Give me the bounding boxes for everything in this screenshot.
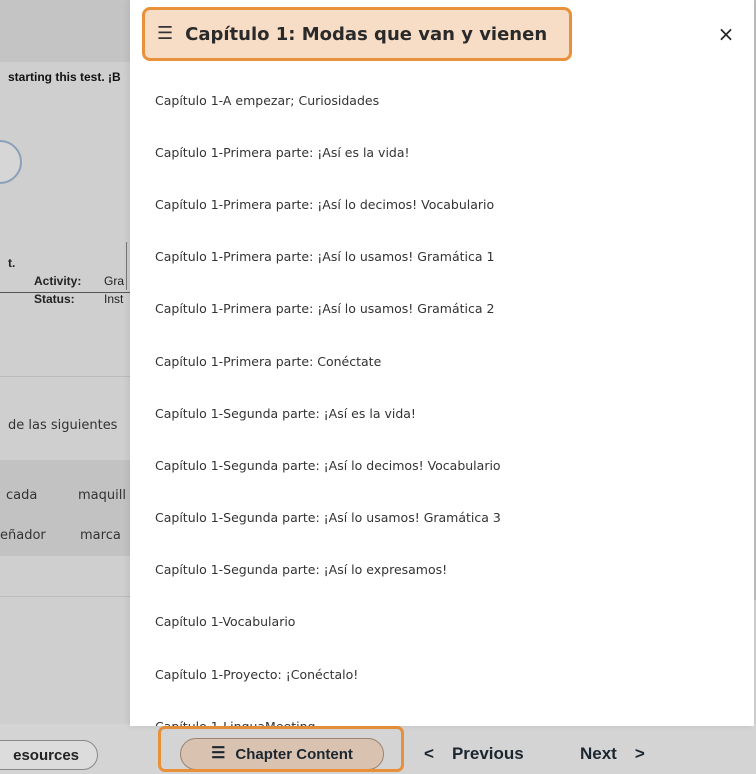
info-title: t. — [8, 256, 16, 270]
close-button[interactable]: × — [712, 20, 740, 48]
list-menu-icon: ☰ — [157, 23, 174, 44]
word-bank-item: maquill — [78, 488, 126, 503]
divider — [0, 596, 140, 597]
highlight-box-chapter-content — [158, 726, 404, 772]
previous-label: Previous — [451, 744, 524, 763]
progress-circle — [0, 140, 22, 184]
next-label: Next — [580, 744, 617, 763]
list-item[interactable]: Capítulo 1-Primera parte: ¡Así lo usamos… — [130, 283, 754, 335]
list-item[interactable]: Capítulo 1-Segunda parte: ¡Así lo decimo… — [130, 439, 754, 491]
list-item[interactable]: Capítulo 1-Primera parte: Conéctate — [130, 335, 754, 387]
list-item[interactable]: Capítulo 1-Segunda parte: ¡Así es la vid… — [130, 387, 754, 439]
divider — [0, 376, 140, 377]
status-label: Status: — [34, 292, 75, 306]
info-divider — [126, 242, 127, 290]
next-button[interactable]: Next > — [580, 744, 645, 764]
status-value: Inst — [104, 292, 124, 306]
instructions-text: starting this test. ¡B — [8, 70, 121, 84]
previous-button[interactable]: < Previous — [424, 744, 524, 764]
list-item[interactable]: Capítulo 1-Proyecto: ¡Conéctalo! — [130, 648, 754, 700]
list-item[interactable]: Capítulo 1-Vocabulario — [130, 596, 754, 648]
list-item[interactable]: Capítulo 1-Primera parte: ¡Así es la vid… — [130, 126, 754, 178]
activity-value: Gra — [104, 274, 125, 288]
word-bank-item: eñador — [0, 528, 46, 543]
list-item[interactable]: Capítulo 1-Segunda parte: ¡Así lo expres… — [130, 544, 754, 596]
chevron-right-icon: > — [634, 744, 645, 763]
panel-title: Capítulo 1: Modas que van y vienen — [185, 23, 548, 45]
resources-label: esources — [13, 746, 79, 764]
top-band — [0, 0, 140, 62]
list-item[interactable]: Capítulo 1-Primera parte: ¡Así lo usamos… — [130, 231, 754, 283]
question-text: de las siguientes — [8, 418, 118, 433]
panel-header: ☰ Capítulo 1: Modas que van y vienen — [142, 7, 572, 61]
chevron-left-icon: < — [424, 744, 434, 763]
activity-label: Activity: — [34, 274, 82, 288]
list-item[interactable]: Capítulo 1-Segunda parte: ¡Así lo usamos… — [130, 492, 754, 544]
word-bank-item: marca — [80, 528, 121, 543]
list-item[interactable]: Capítulo 1-Primera parte: ¡Así lo decimo… — [130, 178, 754, 230]
word-bank-item: cada — [6, 488, 38, 503]
chapter-content-panel: ☰ Capítulo 1: Modas que van y vienen × C… — [130, 0, 754, 726]
list-item[interactable]: Capítulo 1-LinguaMeeting — [130, 700, 754, 726]
list-item[interactable]: Capítulo 1-A empezar; Curiosidades — [130, 74, 754, 126]
resources-button[interactable]: esources — [0, 740, 98, 770]
chapter-section-list: Capítulo 1-A empezar; Curiosidades Capít… — [130, 74, 754, 726]
